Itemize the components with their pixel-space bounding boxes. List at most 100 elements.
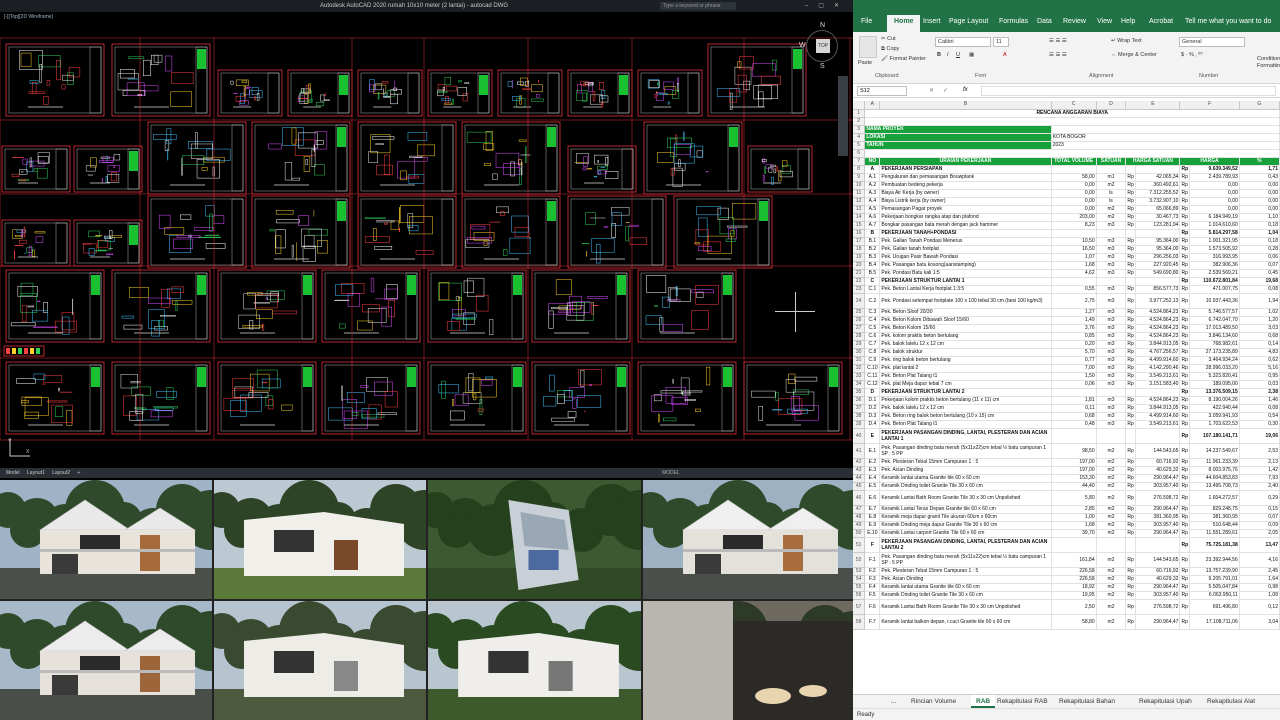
- item-unit-price[interactable]: 360.492,61: [1135, 181, 1181, 190]
- currency-label[interactable]: Rp: [1125, 364, 1136, 373]
- currency-label[interactable]: Rp: [1179, 482, 1191, 491]
- drawing-sheet[interactable]: [637, 69, 703, 117]
- item-description[interactable]: Pek. Beton ring balok beton bertulang (1…: [879, 412, 1052, 421]
- item-percent[interactable]: 0,12: [1239, 599, 1280, 615]
- item-percent[interactable]: 1,08: [1239, 591, 1280, 600]
- currency-label[interactable]: Rp: [1125, 505, 1136, 514]
- currency-label[interactable]: Rp: [1125, 261, 1136, 270]
- item-unit-price[interactable]: 3.549.213,61: [1135, 420, 1181, 429]
- project-label[interactable]: LOKASI: [864, 133, 1052, 142]
- item-unit-price[interactable]: 4.524.864,23: [1135, 316, 1181, 325]
- item-volume[interactable]: 2,50: [1051, 599, 1097, 615]
- item-volume[interactable]: 4,62: [1051, 269, 1097, 278]
- item-percent[interactable]: 1,64: [1239, 575, 1280, 584]
- currency-label[interactable]: Rp: [1179, 396, 1191, 405]
- item-price[interactable]: 14.237.549,67: [1189, 443, 1240, 459]
- item-volume[interactable]: 0,77: [1051, 356, 1097, 365]
- drawing-sheet[interactable]: [567, 145, 637, 193]
- currency-label[interactable]: Rp: [1179, 308, 1191, 317]
- currency-label[interactable]: Rp: [1179, 237, 1191, 246]
- drawing-sheet[interactable]: [461, 195, 561, 269]
- item-unit[interactable]: m2: [1096, 443, 1127, 459]
- item-price[interactable]: 6.063.950,11: [1189, 591, 1240, 600]
- drawing-sheet[interactable]: [111, 269, 211, 343]
- item-unit[interactable]: m3: [1096, 308, 1127, 317]
- item-unit[interactable]: [1096, 277, 1127, 286]
- tab-page-layout[interactable]: Page Layout: [949, 18, 988, 25]
- item-code[interactable]: E.1: [864, 443, 881, 459]
- item-unit[interactable]: m2: [1096, 213, 1127, 222]
- item-description[interactable]: Keramik lantai utama Granite tile 60 x 6…: [879, 474, 1052, 483]
- item-description[interactable]: Pek. Pondasi setempat footplate 100 x 10…: [879, 293, 1052, 309]
- item-code[interactable]: C.12: [864, 380, 881, 389]
- item-volume[interactable]: 203,00: [1051, 213, 1097, 222]
- item-percent[interactable]: 0,08: [1239, 285, 1280, 294]
- row-number[interactable]: 53: [853, 567, 866, 576]
- currency-label[interactable]: Rp: [1179, 521, 1191, 530]
- item-unit-price[interactable]: 3.732.907,10: [1135, 197, 1181, 206]
- item-percent[interactable]: 0,18: [1239, 237, 1280, 246]
- row-number[interactable]: 58: [853, 614, 866, 630]
- currency-label[interactable]: Rp: [1179, 552, 1191, 568]
- item-volume[interactable]: 8,23: [1051, 221, 1097, 230]
- item-percent[interactable]: 0,43: [1239, 173, 1280, 182]
- drawing-sheet[interactable]: [643, 121, 743, 195]
- item-unit[interactable]: m3: [1096, 285, 1127, 294]
- item-volume[interactable]: 153,30: [1051, 474, 1097, 483]
- spreadsheet-grid[interactable]: A B C D E F G 1 RENCANA ANGGARAN BIAYA 2 3 NAMA PRO…: [853, 101, 1280, 694]
- item-unit[interactable]: m2: [1096, 591, 1127, 600]
- currency-label[interactable]: [1125, 277, 1136, 286]
- item-code[interactable]: C.7: [864, 340, 881, 349]
- header-volume[interactable]: TOTAL VOLUME: [1051, 157, 1097, 166]
- tab-layout1[interactable]: Layout1: [27, 470, 45, 476]
- item-price[interactable]: 5.505.047,84: [1189, 583, 1240, 592]
- drawing-sheet[interactable]: [531, 269, 631, 343]
- item-code[interactable]: A.1: [864, 173, 881, 182]
- drawing-sheet[interactable]: [111, 43, 211, 117]
- item-volume[interactable]: 39,70: [1051, 529, 1097, 538]
- item-volume[interactable]: 1,49: [1051, 316, 1097, 325]
- item-percent[interactable]: 1,04: [1239, 229, 1280, 238]
- currency-label[interactable]: Rp: [1125, 348, 1136, 357]
- item-price[interactable]: 691.496,80: [1189, 599, 1240, 615]
- item-volume[interactable]: [1051, 428, 1097, 444]
- currency-label[interactable]: Rp: [1125, 372, 1136, 381]
- drawing-sheet[interactable]: [147, 195, 247, 269]
- currency-label[interactable]: Rp: [1179, 324, 1191, 333]
- row-number[interactable]: 4: [853, 133, 866, 142]
- item-volume[interactable]: 2,85: [1051, 505, 1097, 514]
- item-price[interactable]: 13.376.509,15: [1189, 388, 1240, 397]
- item-price[interactable]: 3.059.941,93: [1189, 412, 1240, 421]
- item-unit-price[interactable]: 3.844.913,05: [1135, 404, 1181, 413]
- currency-label[interactable]: Rp: [1125, 443, 1136, 459]
- currency-label[interactable]: Rp: [1125, 458, 1136, 467]
- cell[interactable]: [864, 117, 1280, 126]
- item-unit[interactable]: m3: [1096, 348, 1127, 357]
- currency-label[interactable]: Rp: [1125, 420, 1136, 429]
- item-description[interactable]: Pek. ring balok beton bertulang: [879, 356, 1052, 365]
- enter-icon[interactable]: ✓: [943, 87, 948, 94]
- item-unit-price[interactable]: 60.716,92: [1135, 567, 1181, 576]
- item-volume[interactable]: 197,00: [1051, 458, 1097, 467]
- item-unit-price[interactable]: 303.957,40: [1135, 591, 1181, 600]
- item-unit-price[interactable]: 3.977.252,13: [1135, 293, 1181, 309]
- item-unit-price[interactable]: 4.524.864,23: [1135, 308, 1181, 317]
- drawing-sheet[interactable]: [251, 195, 351, 269]
- currency-label[interactable]: Rp: [1179, 197, 1191, 206]
- item-description[interactable]: Pek. Plesteran Tebal 15mm Campuran 1 : 5: [879, 458, 1052, 467]
- currency-label[interactable]: Rp: [1125, 583, 1136, 592]
- item-volume[interactable]: [1051, 537, 1097, 553]
- item-unit[interactable]: m3: [1096, 269, 1127, 278]
- item-unit-price[interactable]: 7.312.255,52: [1135, 189, 1181, 198]
- item-description[interactable]: Pek. Beton Kolom Dibawah Sloof 15/60: [879, 316, 1052, 325]
- item-percent[interactable]: 1,02: [1239, 308, 1280, 317]
- row-number[interactable]: 22: [853, 277, 866, 286]
- item-code[interactable]: D: [864, 388, 881, 397]
- project-value[interactable]: [1051, 125, 1280, 134]
- tab-review[interactable]: Review: [1063, 18, 1086, 25]
- item-description[interactable]: Keramik Dinding toilet Granite Tile 30 x…: [879, 591, 1052, 600]
- item-unit[interactable]: m2: [1096, 505, 1127, 514]
- drawing-canvas[interactable]: [0, 0, 853, 478]
- item-code[interactable]: D.4: [864, 420, 881, 429]
- item-unit[interactable]: m3: [1096, 340, 1127, 349]
